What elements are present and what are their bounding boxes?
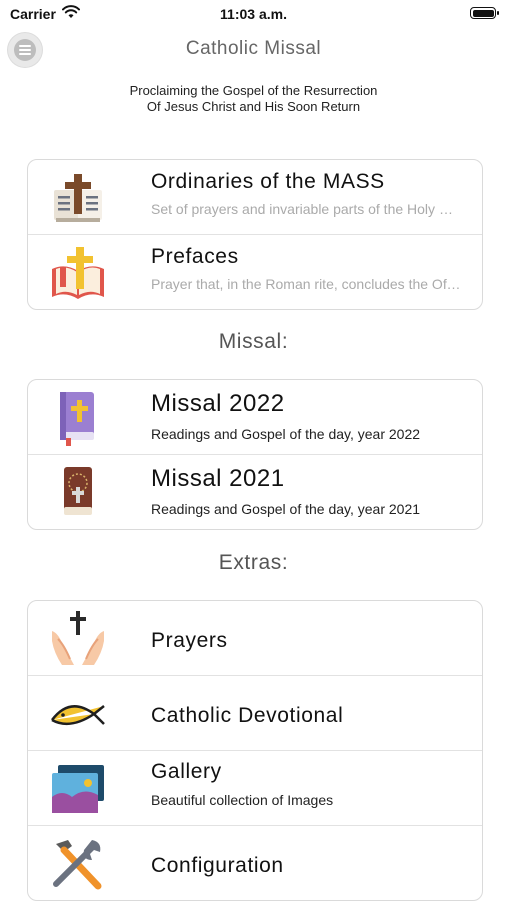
list-item-missal-2021[interactable]: Missal 2021 Readings and Gospel of the d… [28,454,482,529]
missal-card: Missal 2022 Readings and Gospel of the d… [27,379,483,530]
list-item-prayers[interactable]: Prayers [28,601,482,675]
item-description: Readings and Gospel of the day, year 202… [151,426,421,442]
item-title: Missal 2021 [151,465,285,492]
item-title: Configuration [151,854,284,877]
subtitle-line-2: Of Jesus Christ and His Soon Return [146,99,361,114]
list-item-ordinaries[interactable]: Ordinaries of the MASS Set of prayers an… [28,160,482,234]
extras-card: Prayers Catholic Devotional Gallery Beau… [27,600,483,901]
item-description: Readings and Gospel of the day, year 202… [151,501,421,517]
section-label-missal: Missal: [218,330,289,353]
item-description: Beautiful collection of Images [151,792,334,808]
item-description: Prayer that, in the Roman rite, conclude… [151,276,463,292]
battery-icon [470,7,499,19]
subtitle-line-1: Proclaiming the Gospel of the Resurrecti… [129,83,378,98]
list-item-missal-2022[interactable]: Missal 2022 Readings and Gospel of the d… [28,380,482,454]
open-bible-cross-icon [48,243,108,301]
item-description: Set of prayers and invariable parts of t… [151,201,463,217]
list-item-catholic-devotional[interactable]: Catholic Devotional [28,675,482,750]
tools-icon [48,834,108,892]
item-title: Prayers [151,629,228,652]
item-title: Gallery [151,760,222,783]
item-title: Ordinaries of the MASS [151,170,385,193]
app-subtitle: Proclaiming the Gospel of the Resurrecti… [0,83,507,115]
gallery-images-icon [48,759,108,817]
clock: 11:03 a.m. [220,6,287,22]
item-title: Catholic Devotional [151,704,344,727]
list-item-configuration[interactable]: Configuration [28,825,482,900]
item-title: Missal 2022 [151,390,285,417]
list-item-gallery[interactable]: Gallery Beautiful collection of Images [28,750,482,825]
status-bar: Carrier 11:03 a.m. [0,0,507,28]
praying-hands-icon [48,609,108,667]
book-cross-icon [48,168,108,226]
item-title: Prefaces [151,245,239,268]
ichthys-fish-icon [48,684,108,742]
rosary-bible-icon [48,463,108,521]
main-card: Ordinaries of the MASS Set of prayers an… [27,159,483,310]
section-label-extras: Extras: [218,551,289,574]
app-title: Catholic Missal [185,38,322,59]
list-item-prefaces[interactable]: Prefaces Prayer that, in the Roman rite,… [28,234,482,309]
purple-bible-icon [48,388,108,446]
